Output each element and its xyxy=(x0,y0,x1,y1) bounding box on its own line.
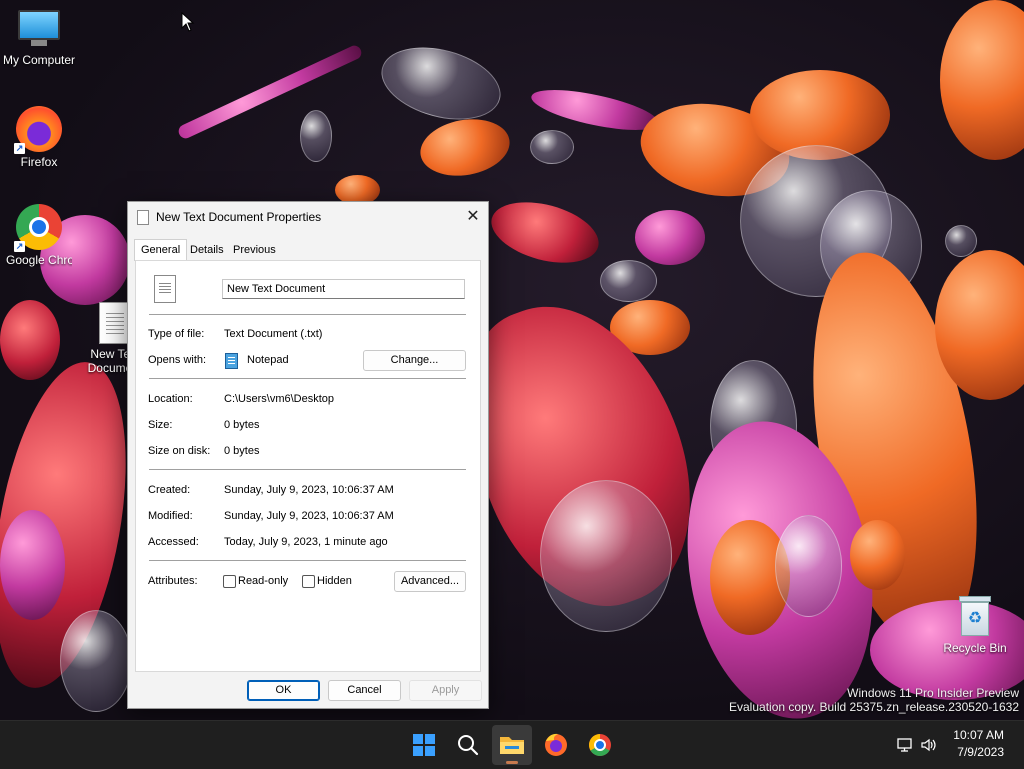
chrome-icon: ↗ xyxy=(14,204,62,252)
desktop-icon-label: My Computer xyxy=(2,53,76,67)
divider xyxy=(149,378,466,379)
readonly-checkbox[interactable] xyxy=(223,575,236,588)
taskbar-chrome[interactable] xyxy=(580,725,620,765)
tab-details[interactable]: Details xyxy=(184,241,230,259)
file-explorer-icon xyxy=(500,737,524,754)
hidden-checkbox[interactable] xyxy=(302,575,315,588)
clock[interactable]: 10:07 AM 7/9/2023 xyxy=(953,727,1004,761)
desktop-icon-my-computer[interactable]: My Computer xyxy=(1,10,77,67)
shortcut-arrow-icon: ↗ xyxy=(14,241,25,252)
size-label: Size: xyxy=(148,419,173,431)
search-icon xyxy=(458,735,479,756)
opens-with-value: Notepad xyxy=(247,354,289,366)
accessed-label: Accessed: xyxy=(148,536,199,548)
location-value: C:\Users\vm6\Desktop xyxy=(224,393,335,405)
accessed-value: Today, July 9, 2023, 1 minute ago xyxy=(224,536,388,548)
volume-icon[interactable] xyxy=(920,736,938,754)
size-value: 0 bytes xyxy=(224,419,260,431)
active-indicator xyxy=(506,761,518,764)
dialog-title: New Text Document Properties xyxy=(156,210,322,224)
type-of-file-value: Text Document (.txt) xyxy=(224,328,323,340)
attributes-label: Attributes: xyxy=(148,575,198,587)
clock-time: 10:07 AM xyxy=(953,728,1004,742)
properties-dialog: New Text Document Properties ✕ General D… xyxy=(127,201,489,709)
firefox-icon: ↗ xyxy=(14,106,62,154)
close-icon: ✕ xyxy=(466,206,480,225)
desktop-icon-label: Recycle Bin xyxy=(943,641,1007,655)
monitor-icon xyxy=(18,10,60,50)
ok-button[interactable]: OK xyxy=(247,680,320,701)
mouse-cursor-icon xyxy=(181,12,195,32)
taskbar: 10:07 AM 7/9/2023 xyxy=(0,720,1024,769)
location-label: Location: xyxy=(148,393,193,405)
apply-button[interactable]: Apply xyxy=(409,680,482,701)
desktop-icon-firefox[interactable]: ↗ Firefox xyxy=(1,106,77,169)
clock-date: 7/9/2023 xyxy=(957,745,1004,759)
firefox-icon xyxy=(545,733,567,756)
taskbar-firefox[interactable] xyxy=(536,725,576,765)
size-on-disk-value: 0 bytes xyxy=(224,445,260,457)
text-file-icon xyxy=(137,210,149,225)
desktop-icon-chrome[interactable]: ↗ Google Chrome xyxy=(1,204,77,267)
divider xyxy=(149,560,466,561)
modified-label: Modified: xyxy=(148,510,193,522)
close-button[interactable]: ✕ xyxy=(458,202,488,232)
file-name-field[interactable]: New Text Document xyxy=(222,279,465,299)
taskbar-file-explorer[interactable] xyxy=(492,725,532,765)
opens-with-label: Opens with: xyxy=(148,354,207,366)
tab-previous-versions[interactable]: Previous Versions xyxy=(227,241,282,274)
watermark-line-2: Evaluation copy. Build 25375.zn_release.… xyxy=(729,700,1019,714)
modified-value: Sunday, July 9, 2023, 10:06:37 AM xyxy=(224,510,394,522)
search-button[interactable] xyxy=(448,725,488,765)
cancel-button[interactable]: Cancel xyxy=(328,680,401,701)
general-tab-panel: New Text Document Type of file: Text Doc… xyxy=(135,260,481,672)
desktop-icon-label: Firefox xyxy=(20,155,58,169)
start-button[interactable] xyxy=(404,725,444,765)
watermark-line-1: Windows 11 Pro Insider Preview xyxy=(847,686,1019,700)
shortcut-arrow-icon: ↗ xyxy=(14,143,25,154)
change-button[interactable]: Change... xyxy=(363,350,466,371)
network-icon[interactable] xyxy=(896,736,914,754)
notepad-icon xyxy=(225,353,238,369)
hidden-checkbox-label[interactable]: Hidden xyxy=(317,575,352,587)
divider xyxy=(149,469,466,470)
divider xyxy=(149,314,466,315)
recycle-bin-icon: ♻ xyxy=(959,596,991,638)
text-file-icon xyxy=(154,275,176,303)
desktop-icon-label: Google Chrome xyxy=(6,253,72,267)
created-label: Created: xyxy=(148,484,191,496)
advanced-button[interactable]: Advanced... xyxy=(394,571,466,592)
created-value: Sunday, July 9, 2023, 10:06:37 AM xyxy=(224,484,394,496)
chrome-icon xyxy=(589,734,611,756)
tab-general[interactable]: General xyxy=(134,239,188,261)
windows-watermark: Windows 11 Pro Insider Preview Evaluatio… xyxy=(729,686,1019,714)
desktop-icon-recycle-bin[interactable]: ♻ Recycle Bin xyxy=(937,596,1013,655)
dialog-titlebar[interactable]: New Text Document Properties ✕ xyxy=(128,202,488,232)
start-icon xyxy=(413,734,435,756)
readonly-checkbox-label[interactable]: Read-only xyxy=(238,575,288,587)
type-of-file-label: Type of file: xyxy=(148,328,205,340)
size-on-disk-label: Size on disk: xyxy=(148,445,211,457)
